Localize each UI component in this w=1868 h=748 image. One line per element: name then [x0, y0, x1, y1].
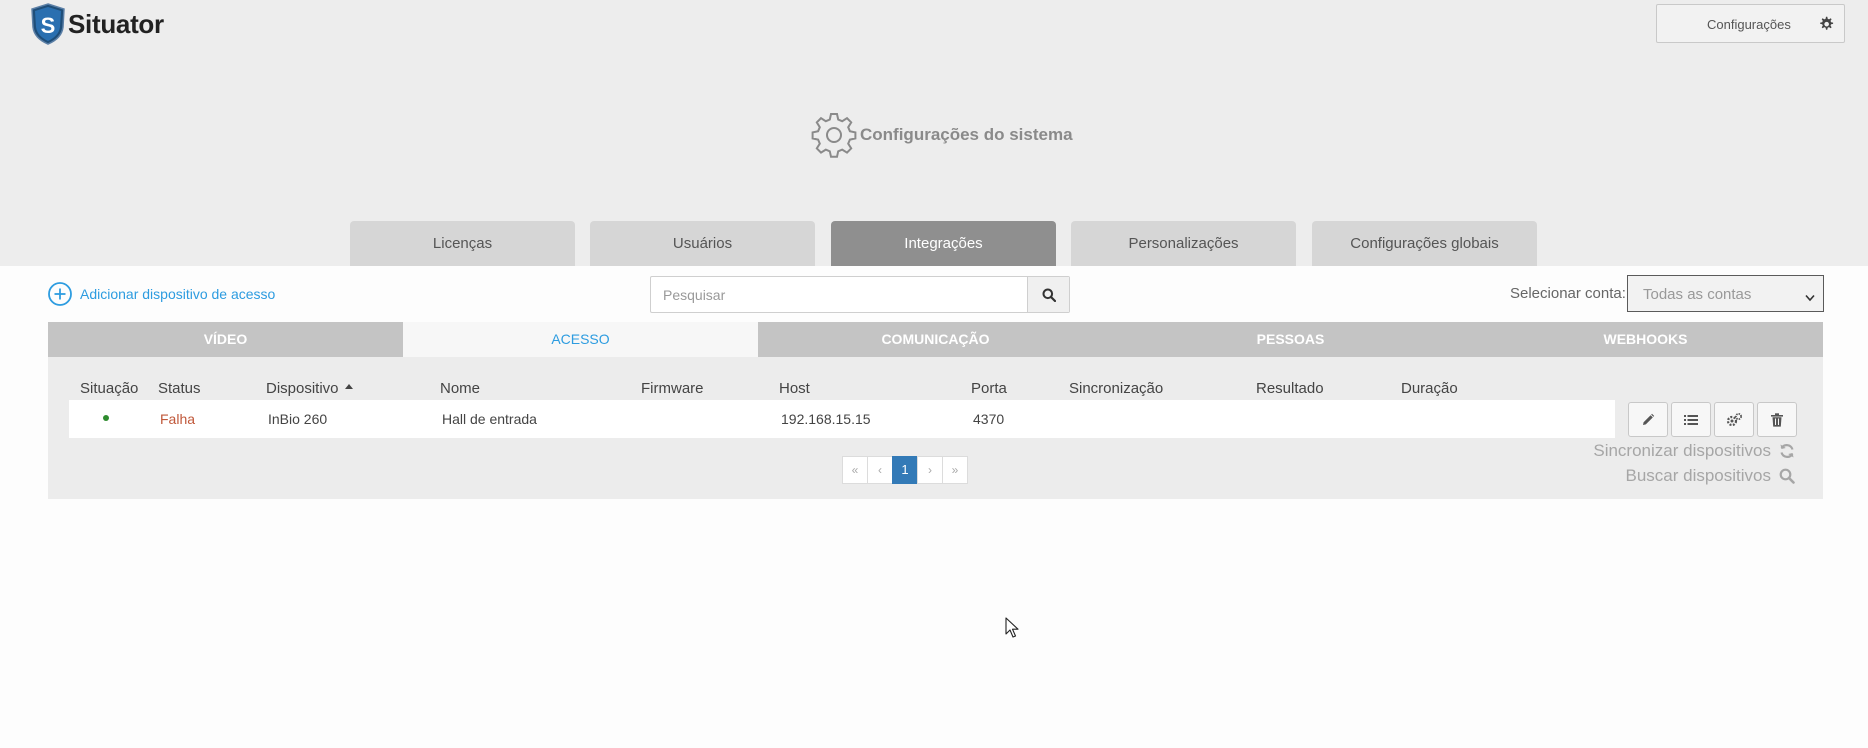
pencil-icon	[1643, 413, 1655, 425]
svg-text:S: S	[41, 13, 56, 38]
col-header-firmware[interactable]: Firmware	[641, 380, 704, 397]
subtab-comunicacao[interactable]: Comunicação	[758, 322, 1113, 357]
subtab-webhooks[interactable]: Webhooks	[1468, 322, 1823, 357]
plus-circle-icon	[48, 282, 72, 306]
search-button[interactable]	[1027, 277, 1069, 312]
pagination: « ‹ 1 › »	[842, 456, 968, 484]
col-header-nome[interactable]: Nome	[440, 380, 480, 397]
edit-device-button[interactable]	[1628, 402, 1668, 437]
page-next[interactable]: ›	[917, 456, 943, 484]
list-icon	[1684, 414, 1698, 425]
search-icon	[1779, 468, 1795, 484]
search-input[interactable]	[651, 277, 1027, 312]
mouse-cursor-icon	[1005, 617, 1019, 638]
sync-devices-label: Sincronizar dispositivos	[1593, 441, 1771, 460]
online-status-dot	[103, 415, 109, 421]
find-devices-link[interactable]: Buscar dispositivos	[1625, 466, 1795, 486]
device-details-button[interactable]	[1671, 402, 1711, 437]
cell-porta: 4370	[973, 411, 1005, 427]
tab-usuarios[interactable]: Usuários	[590, 221, 815, 266]
search-icon	[1042, 288, 1056, 302]
account-select-label: Selecionar conta:	[1510, 285, 1626, 302]
col-header-duracao[interactable]: Duração	[1401, 380, 1458, 397]
search-box	[650, 276, 1070, 313]
account-select-value: Todas as contas	[1643, 286, 1752, 303]
gear-icon	[1818, 16, 1834, 37]
add-access-device-link[interactable]: Adicionar dispositivo de acesso	[48, 282, 275, 306]
tab-licencas[interactable]: Licenças	[350, 221, 575, 266]
brand-name: Situator	[68, 8, 164, 39]
sort-asc-icon	[344, 384, 353, 389]
settings-button[interactable]: Configurações	[1656, 4, 1845, 43]
cell-nome: Hall de entrada	[442, 411, 537, 427]
col-header-dispositivo-label: Dispositivo	[266, 380, 339, 397]
device-settings-button[interactable]	[1714, 402, 1754, 437]
tab-configuracoes-globais[interactable]: Configurações globais	[1312, 221, 1537, 266]
integration-subtabs: Vídeo Acesso Comunicação Pessoas Webhook…	[48, 322, 1823, 357]
account-select[interactable]: Todas as contas	[1627, 275, 1824, 312]
page-last[interactable]: »	[942, 456, 968, 484]
header-area: S Situator Configurações Configurações d…	[0, 0, 1868, 266]
col-header-situacao[interactable]: Situação	[80, 380, 138, 397]
find-devices-label: Buscar dispositivos	[1625, 466, 1771, 485]
col-header-host[interactable]: Host	[779, 380, 810, 397]
settings-gear-icon	[811, 113, 857, 158]
devices-panel: Vídeo Acesso Comunicação Pessoas Webhook…	[48, 322, 1823, 499]
page-first[interactable]: «	[842, 456, 868, 484]
cogs-icon	[1726, 412, 1742, 426]
trash-icon	[1771, 412, 1783, 427]
shield-logo-icon: S	[31, 3, 65, 45]
chevron-down-icon	[1805, 289, 1815, 307]
subtab-pessoas[interactable]: Pessoas	[1113, 322, 1468, 357]
page-prev[interactable]: ‹	[867, 456, 893, 484]
situator-logo[interactable]: S Situator	[30, 3, 164, 45]
subtab-video[interactable]: Vídeo	[48, 322, 403, 357]
page-title: Configurações do sistema	[809, 110, 1073, 160]
col-header-sincronizacao[interactable]: Sincronização	[1069, 380, 1163, 397]
col-header-resultado[interactable]: Resultado	[1256, 380, 1324, 397]
col-header-porta[interactable]: Porta	[971, 380, 1007, 397]
refresh-icon	[1780, 444, 1794, 458]
page-title-text: Configurações do sistema	[860, 125, 1073, 144]
settings-button-label: Configurações	[1707, 17, 1791, 32]
add-access-device-label: Adicionar dispositivo de acesso	[80, 286, 276, 302]
delete-device-button[interactable]	[1757, 402, 1797, 437]
page-current[interactable]: 1	[892, 456, 918, 484]
tab-integracoes[interactable]: Integrações	[831, 221, 1056, 266]
cell-host: 192.168.15.15	[781, 411, 871, 427]
sync-devices-link[interactable]: Sincronizar dispositivos	[1593, 441, 1795, 461]
tab-personalizacoes[interactable]: Personalizações	[1071, 221, 1296, 266]
col-header-dispositivo[interactable]: Dispositivo	[266, 380, 353, 397]
col-header-status[interactable]: Status	[158, 380, 201, 397]
cell-status: Falha	[160, 411, 196, 427]
subtab-acesso[interactable]: Acesso	[403, 322, 758, 357]
cell-dispositivo: InBio 260	[268, 411, 328, 427]
